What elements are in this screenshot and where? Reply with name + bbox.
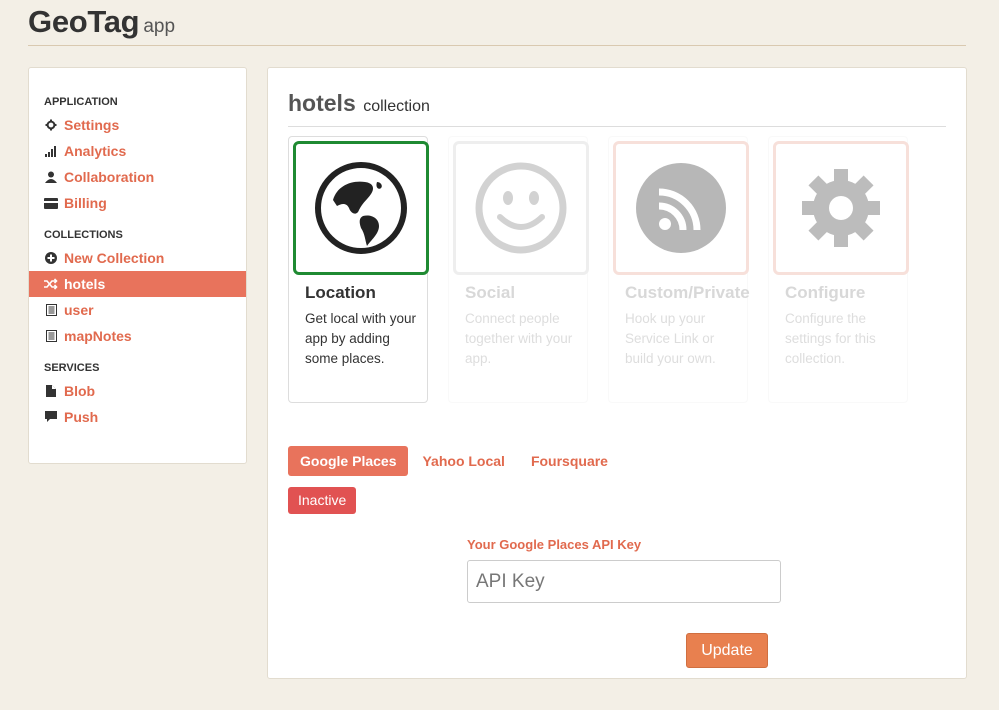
app-brand-sub: app: [143, 16, 176, 37]
api-key-label: Your Google Places API Key: [467, 537, 642, 552]
gear-icon: [802, 169, 880, 247]
status-badge: Inactive: [288, 487, 357, 514]
card-icon-box: [453, 141, 589, 275]
card-icon-box: [613, 141, 749, 275]
sidebar-item-label: Collaboration: [64, 169, 155, 185]
main-panel: hotels collection Location Get local wit…: [267, 67, 967, 679]
update-button[interactable]: Update: [686, 633, 768, 668]
sidebar-item-label: New Collection: [64, 250, 165, 266]
page-title: hotels collection: [288, 90, 946, 127]
tab-yahoo-local[interactable]: Yahoo Local: [410, 446, 516, 476]
sidebar-item-settings[interactable]: Settings: [29, 112, 246, 138]
comment-icon: [44, 410, 58, 424]
section-services: SERVICES: [44, 362, 100, 374]
card-icon-box: [773, 141, 909, 275]
globe-icon: [315, 162, 407, 254]
card-configure[interactable]: Configure Configure the settings for thi…: [768, 136, 909, 403]
bar-chart-icon: [44, 144, 58, 158]
sidebar-item-push[interactable]: Push: [29, 404, 246, 430]
app-brand: GeoTag: [28, 4, 140, 39]
sidebar-item-label: hotels: [64, 276, 106, 292]
rss-icon: [636, 163, 726, 253]
card-description: Get local with your app by adding some p…: [305, 311, 417, 366]
sidebar-item-label: mapNotes: [64, 328, 132, 344]
user-icon: [44, 170, 58, 184]
sidebar-item-mapnotes[interactable]: mapNotes: [29, 323, 246, 349]
card-description: Hook up your Service Link or build your …: [625, 311, 716, 366]
card-title: Custom/Private: [625, 283, 750, 302]
smiley-icon: [475, 162, 567, 254]
sidebar-item-blob[interactable]: Blob: [29, 378, 246, 404]
card-title: Social: [465, 283, 516, 302]
sidebar-item-user[interactable]: user: [29, 297, 246, 323]
card-custom-private[interactable]: Custom/Private Hook up your Service Link…: [608, 136, 750, 403]
sidebar-item-label: user: [64, 302, 94, 318]
section-application: APPLICATION: [44, 96, 118, 108]
sidebar-item-label: Settings: [64, 117, 120, 133]
provider-tabs: Google Places Yahoo Local Foursquare: [288, 446, 622, 476]
shuffle-icon: [44, 277, 58, 291]
card-title: Configure: [785, 283, 866, 302]
card-location[interactable]: Location Get local with your app by addi…: [288, 136, 429, 403]
card-description: Configure the settings for this collecti…: [785, 311, 876, 366]
sidebar-item-label: Blob: [64, 383, 96, 399]
card-social[interactable]: Social Connect people together with your…: [448, 136, 589, 403]
app-header: GeoTag app: [28, 4, 966, 46]
collection-label: collection: [363, 98, 430, 115]
sidebar-item-label: Billing: [64, 195, 107, 211]
list-icon: [44, 329, 58, 343]
sidebar-item-label: Push: [64, 409, 99, 425]
card-icon-box: [293, 141, 429, 275]
credit-card-icon: [44, 196, 58, 210]
sidebar-item-collaboration[interactable]: Collaboration: [29, 164, 246, 190]
sidebar: APPLICATION Settings Analytics Collabora…: [28, 67, 247, 464]
sidebar-item-new-collection[interactable]: New Collection: [29, 245, 246, 271]
collection-name: hotels: [288, 90, 356, 116]
api-key-field[interactable]: [467, 560, 781, 603]
list-icon: [44, 303, 58, 317]
tab-google-places[interactable]: Google Places: [288, 446, 409, 476]
sidebar-item-label: Analytics: [64, 143, 127, 159]
sidebar-item-billing[interactable]: Billing: [29, 190, 246, 216]
sidebar-item-analytics[interactable]: Analytics: [29, 138, 246, 164]
plus-circle-icon: [44, 251, 58, 265]
file-icon: [44, 384, 58, 398]
card-description: Connect people together with your app.: [465, 311, 573, 366]
sidebar-item-hotels[interactable]: hotels: [29, 271, 246, 297]
section-collections: COLLECTIONS: [44, 229, 123, 241]
gear-icon: [44, 118, 58, 132]
card-title: Location: [305, 283, 376, 302]
tab-foursquare[interactable]: Foursquare: [519, 446, 620, 476]
